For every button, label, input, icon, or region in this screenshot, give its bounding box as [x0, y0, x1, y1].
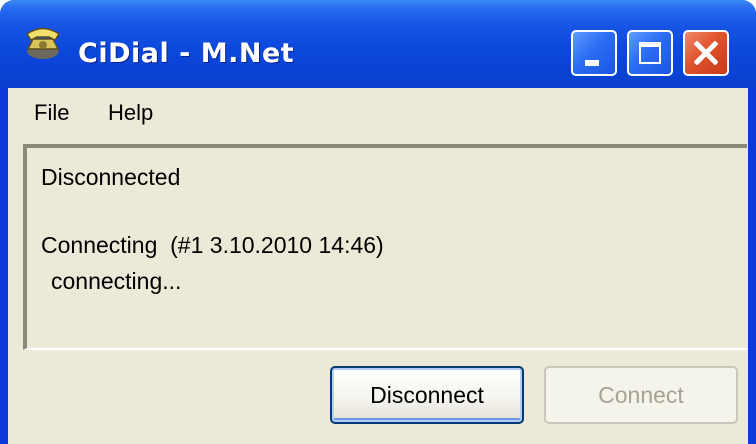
minimize-button[interactable] — [571, 30, 617, 76]
menu-help[interactable]: Help — [108, 102, 153, 124]
title-bar[interactable]: CiDial - M.Net — [0, 0, 756, 88]
window-title: CiDial - M.Net — [78, 38, 295, 69]
maximize-icon — [639, 42, 661, 64]
menu-file[interactable]: File — [34, 102, 69, 124]
telephone-icon[interactable] — [24, 24, 62, 62]
close-button[interactable] — [683, 30, 729, 76]
menu-bar: File Help — [8, 88, 748, 140]
app-window: CiDial - M.Net File Help Disconnected Co… — [0, 0, 756, 444]
disconnect-button[interactable]: Disconnect — [330, 366, 524, 424]
minimize-icon — [585, 60, 599, 66]
close-icon — [694, 41, 718, 65]
maximize-button[interactable] — [627, 30, 673, 76]
status-line: Connecting (#1 3.10.2010 14:46) — [41, 232, 384, 258]
connect-button[interactable]: Connect — [544, 366, 738, 424]
status-line: Disconnected — [41, 164, 181, 190]
status-log: Disconnected Connecting (#1 3.10.2010 14… — [23, 144, 747, 350]
client-area: File Help Disconnected Connecting (#1 3.… — [8, 88, 748, 444]
status-line: connecting... — [51, 268, 182, 294]
